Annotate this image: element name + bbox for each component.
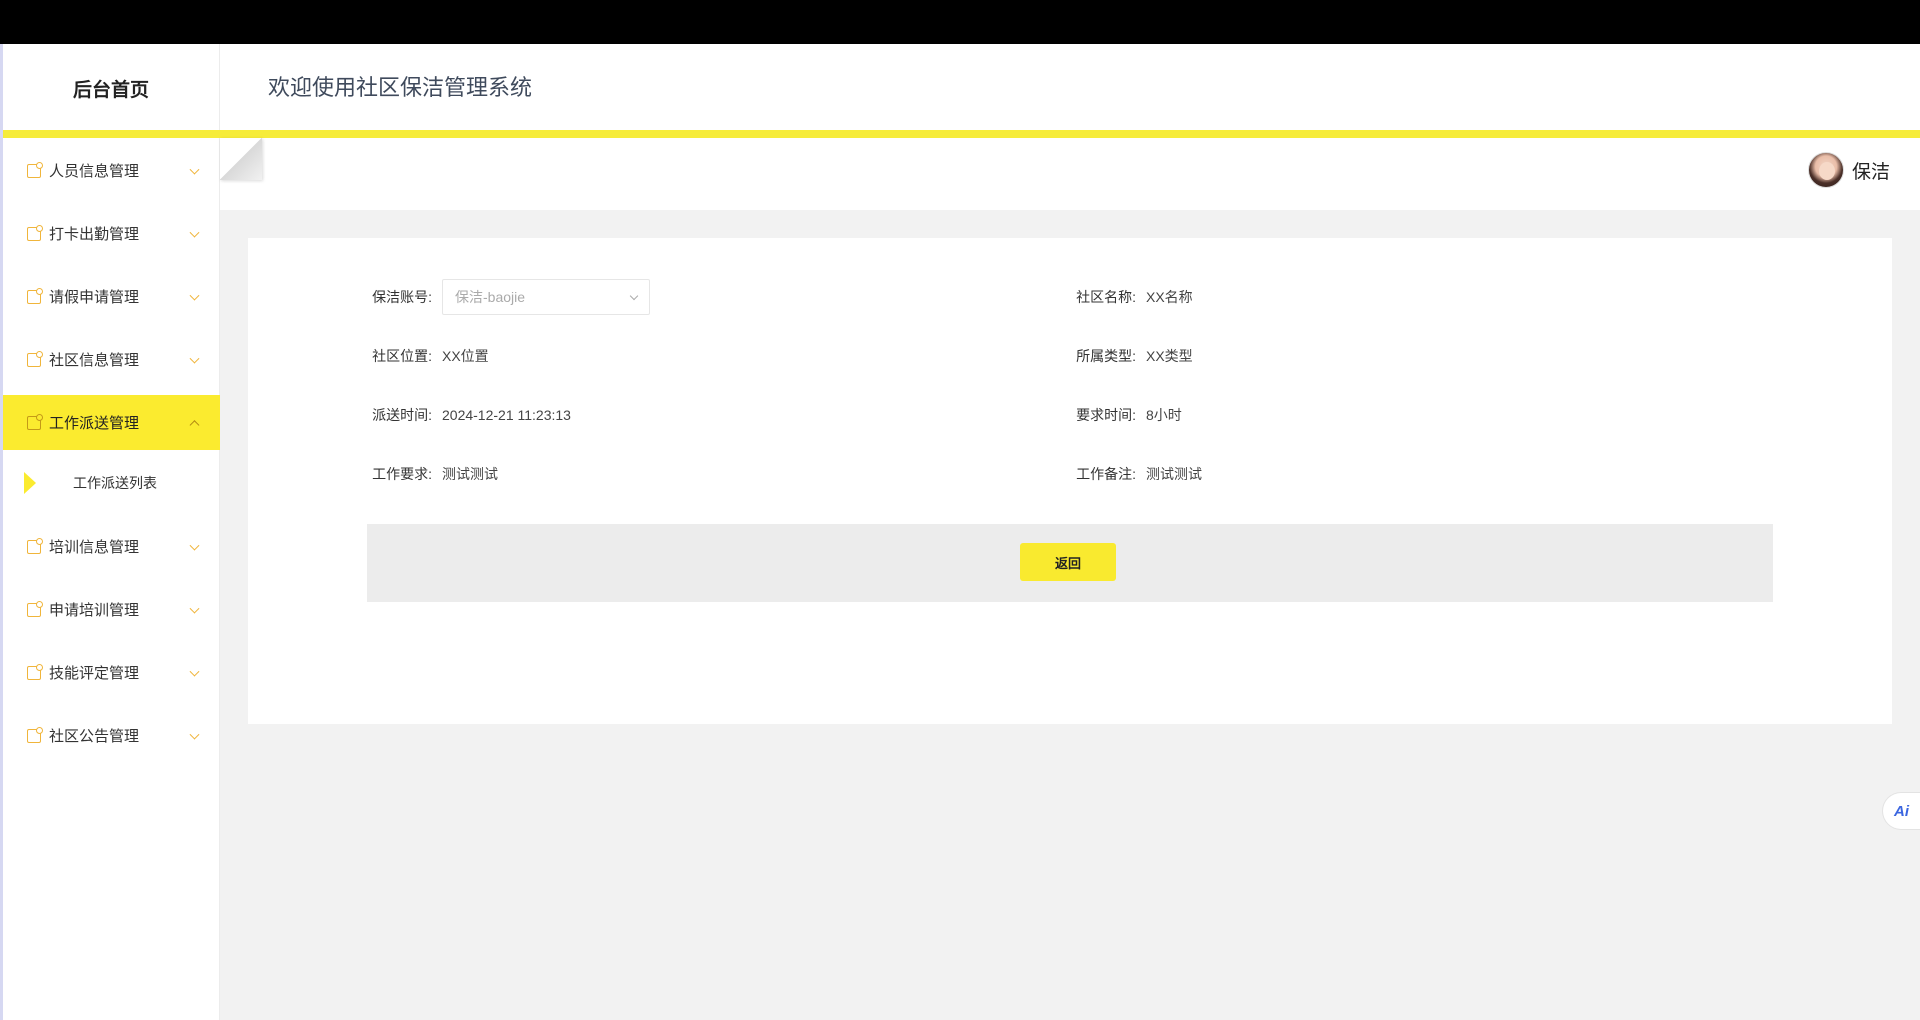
menu-icon (27, 161, 43, 178)
chevron-down-icon (629, 291, 639, 301)
sidebar-item-label: 打卡出勤管理 (49, 226, 140, 243)
sidebar-item-label: 工作派送管理 (49, 415, 140, 432)
field-value: 8小时 (1146, 407, 1182, 423)
chevron-down-icon (189, 227, 200, 238)
sidebar-item-training[interactable]: 培训信息管理 (3, 515, 220, 578)
menu-icon (27, 537, 43, 554)
ai-assistant-button[interactable]: Ai (1882, 792, 1920, 830)
sidebar-item-label: 申请培训管理 (49, 602, 140, 619)
sidebar-subitem-dispatch-list[interactable]: 工作派送列表 (3, 450, 220, 515)
menu-icon (27, 224, 43, 241)
avatar[interactable] (1807, 152, 1844, 188)
sidebar-item-label: 请假申请管理 (49, 289, 140, 306)
top-header: 欢迎使用社区保洁管理系统 (220, 44, 1920, 132)
sidebar-item-personnel[interactable]: 人员信息管理 (3, 139, 220, 202)
chevron-down-icon (189, 666, 200, 677)
active-arrow-icon (24, 471, 36, 494)
menu-icon (27, 726, 43, 743)
menu-icon (27, 350, 43, 367)
chevron-down-icon (189, 603, 200, 614)
sidebar-item-label: 社区公告管理 (49, 728, 140, 745)
field-value: 测试测试 (1146, 466, 1202, 482)
field-label: 社区位置: (372, 348, 432, 364)
page-title: 欢迎使用社区保洁管理系统 (268, 75, 533, 100)
account-select-value: 保洁-baojie (455, 289, 526, 305)
main-content: 保洁账号: 保洁-baojie 社区名称: XX名称 社区位置: XX位置 所属… (220, 210, 1920, 1020)
app-window: 后台首页 人员信息管理 打卡出勤管理 请假申请管理 社区信息管理 工作派送管理 … (0, 44, 1920, 1020)
sidebar-subitem-label: 工作派送列表 (73, 474, 157, 491)
collapse-toggle[interactable] (220, 138, 262, 180)
menu-icon (27, 600, 43, 617)
sidebar-item-apply-training[interactable]: 申请培训管理 (3, 578, 220, 641)
sidebar-item-label: 人员信息管理 (49, 163, 140, 180)
sidebar-item-label: 社区信息管理 (49, 352, 140, 369)
user-menu[interactable]: 保洁 (1807, 152, 1890, 188)
menu-icon (27, 287, 43, 304)
field-label: 保洁账号: (372, 289, 432, 305)
field-label: 工作备注: (1076, 466, 1136, 482)
sidebar-item-skill[interactable]: 技能评定管理 (3, 641, 220, 704)
left-edge-strip (0, 44, 3, 1020)
field-type: 所属类型: XX类型 (1060, 338, 1193, 374)
field-label: 派送时间: (372, 407, 432, 423)
field-dispatch-time: 派送时间: 2024-12-21 11:23:13 (356, 397, 571, 433)
sidebar-brand[interactable]: 后台首页 (3, 44, 219, 132)
field-label: 要求时间: (1076, 407, 1136, 423)
account-select[interactable]: 保洁-baojie (442, 279, 650, 315)
chevron-down-icon (189, 353, 200, 364)
field-required-time: 要求时间: 8小时 (1060, 397, 1182, 433)
sidebar-menu: 人员信息管理 打卡出勤管理 请假申请管理 社区信息管理 工作派送管理 工作派送列… (3, 139, 220, 767)
menu-icon (27, 413, 43, 430)
chevron-down-icon (189, 729, 200, 740)
field-work-requirement: 工作要求: 测试测试 (356, 456, 498, 492)
chevron-up-icon (189, 419, 200, 430)
field-value: 2024-12-21 11:23:13 (442, 407, 571, 423)
field-label: 所属类型: (1076, 348, 1136, 364)
field-label: 工作要求: (372, 466, 432, 482)
header-accent-bar (3, 130, 1920, 138)
field-value: XX类型 (1146, 348, 1193, 364)
sidebar-item-attendance[interactable]: 打卡出勤管理 (3, 202, 220, 265)
field-community-location: 社区位置: XX位置 (356, 338, 489, 374)
back-button[interactable]: 返回 (1020, 543, 1116, 581)
sidebar-item-dispatch[interactable]: 工作派送管理 (3, 395, 220, 450)
field-value: XX位置 (442, 348, 489, 364)
sidebar-item-leave[interactable]: 请假申请管理 (3, 265, 220, 328)
menu-icon (27, 663, 43, 680)
sidebar-item-label: 培训信息管理 (49, 539, 140, 556)
chevron-down-icon (189, 164, 200, 175)
chevron-down-icon (189, 290, 200, 301)
action-bar: 返回 (367, 524, 1773, 602)
sidebar-item-notice[interactable]: 社区公告管理 (3, 704, 220, 767)
user-name[interactable]: 保洁 (1852, 157, 1890, 184)
top-black-bar (0, 0, 1920, 44)
field-work-note: 工作备注: 测试测试 (1060, 456, 1202, 492)
field-label: 社区名称: (1076, 289, 1136, 305)
field-value: 测试测试 (442, 466, 498, 482)
detail-card: 保洁账号: 保洁-baojie 社区名称: XX名称 社区位置: XX位置 所属… (248, 238, 1892, 724)
field-value: XX名称 (1146, 289, 1193, 305)
field-account: 保洁账号: 保洁-baojie (356, 279, 650, 315)
chevron-down-icon (189, 540, 200, 551)
sidebar-item-community[interactable]: 社区信息管理 (3, 328, 220, 391)
sidebar-item-label: 技能评定管理 (49, 665, 140, 682)
field-community-name: 社区名称: XX名称 (1060, 279, 1193, 315)
sub-header: 保洁 (220, 138, 1920, 210)
sidebar: 后台首页 人员信息管理 打卡出勤管理 请假申请管理 社区信息管理 工作派送管理 … (3, 44, 220, 1020)
